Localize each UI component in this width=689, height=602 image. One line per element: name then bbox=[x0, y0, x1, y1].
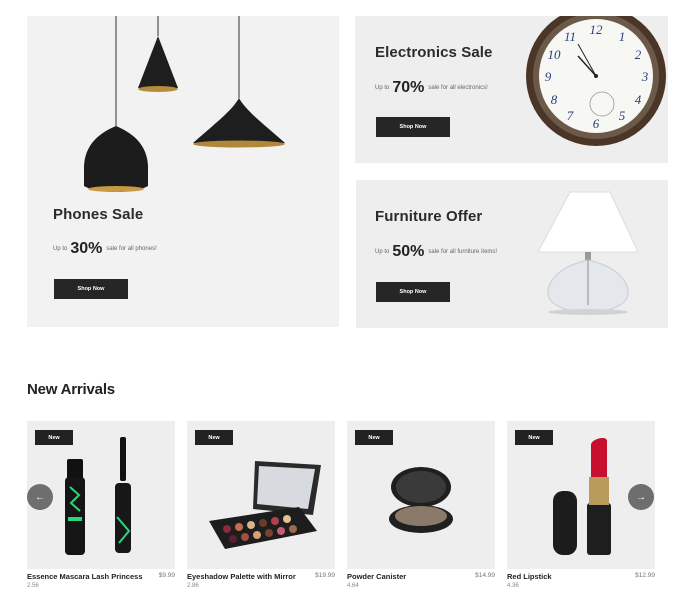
svg-text:4: 4 bbox=[635, 92, 642, 107]
product-price: $14.99 bbox=[475, 572, 495, 579]
promo-discount-line: Up to 50% sale for all furniture items! bbox=[375, 243, 497, 261]
product-name[interactable]: Eyeshadow Palette with Mirror bbox=[187, 572, 296, 581]
svg-text:3: 3 bbox=[641, 69, 649, 84]
shop-now-button[interactable]: Shop Now bbox=[376, 282, 450, 302]
svg-text:6: 6 bbox=[593, 116, 600, 131]
promo-title: Electronics Sale bbox=[375, 44, 493, 61]
carousel-next-button[interactable]: → bbox=[628, 484, 654, 510]
product-name[interactable]: Powder Canister bbox=[347, 572, 406, 581]
svg-text:1: 1 bbox=[619, 29, 626, 44]
svg-text:2: 2 bbox=[635, 47, 642, 62]
svg-text:12: 12 bbox=[590, 22, 604, 37]
promo-description: sale for all electronics! bbox=[428, 85, 488, 91]
promo-phones: Phones Sale Up to 30% sale for all phone… bbox=[27, 16, 339, 327]
promo-furniture: Furniture Offer Up to 50% sale for all f… bbox=[356, 180, 668, 328]
promo-percent: 50% bbox=[392, 243, 425, 260]
wall-clock-image: 12 1 2 3 4 5 6 7 8 9 10 11 bbox=[526, 16, 666, 146]
arrow-left-icon: ← bbox=[35, 491, 45, 503]
promo-percent: 70% bbox=[392, 79, 425, 96]
promo-upto: Up to bbox=[53, 246, 68, 252]
promo-discount-line: Up to 30% sale for all phones! bbox=[53, 240, 157, 258]
product-price: $19.99 bbox=[315, 572, 335, 579]
product-rating: 4.36 bbox=[507, 583, 519, 589]
promo-upto: Up to bbox=[375, 249, 390, 255]
shop-now-button[interactable]: Shop Now bbox=[54, 279, 128, 299]
promo-title: Phones Sale bbox=[53, 206, 144, 223]
promo-title: Furniture Offer bbox=[375, 208, 483, 225]
svg-text:5: 5 bbox=[619, 108, 626, 123]
product-rating: 2.56 bbox=[27, 583, 39, 589]
promo-upto: Up to bbox=[375, 85, 390, 91]
product-card[interactable]: New bbox=[187, 421, 335, 569]
arrow-right-icon: → bbox=[636, 491, 646, 503]
svg-text:11: 11 bbox=[564, 29, 576, 44]
svg-text:10: 10 bbox=[548, 47, 562, 62]
product-rating: 2.86 bbox=[187, 583, 199, 589]
product-price: $9.99 bbox=[158, 572, 175, 579]
product-rating: 4.64 bbox=[347, 583, 359, 589]
shop-now-button[interactable]: Shop Now bbox=[376, 117, 450, 137]
pendant-lamps-image bbox=[84, 16, 285, 192]
promo-electronics: Electronics Sale Up to 70% sale for all … bbox=[355, 16, 668, 163]
svg-text:8: 8 bbox=[551, 92, 558, 107]
eyeshadow-palette-image bbox=[209, 461, 321, 549]
product-name[interactable]: Essence Mascara Lash Princess bbox=[27, 572, 143, 581]
carousel-prev-button[interactable]: ← bbox=[27, 484, 53, 510]
product-name[interactable]: Red Lipstick bbox=[507, 572, 552, 581]
promo-description: sale for all furniture items! bbox=[428, 249, 498, 255]
promo-percent: 30% bbox=[70, 240, 103, 257]
promo-discount-line: Up to 70% sale for all electronics! bbox=[375, 79, 488, 97]
product-price: $12.99 bbox=[635, 572, 655, 579]
svg-text:9: 9 bbox=[545, 69, 552, 84]
new-arrivals-title: New Arrivals bbox=[27, 381, 115, 398]
powder-canister-image bbox=[389, 467, 453, 533]
svg-text:7: 7 bbox=[567, 108, 574, 123]
table-lamp-image bbox=[537, 191, 639, 315]
promo-description: sale for all phones! bbox=[106, 246, 157, 252]
product-card[interactable]: New bbox=[347, 421, 495, 569]
